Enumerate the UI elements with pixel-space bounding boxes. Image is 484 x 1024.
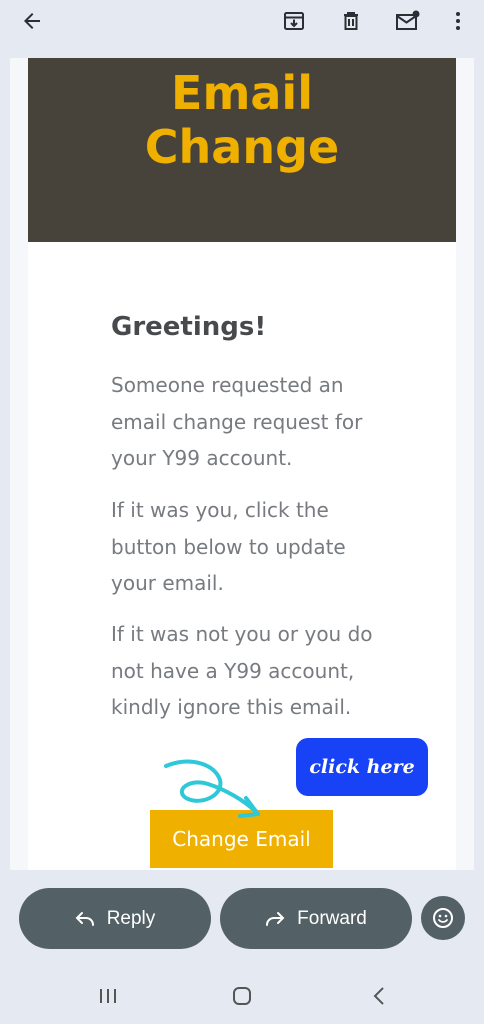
paragraph-request: Someone requested an email change reques… bbox=[111, 373, 363, 470]
greeting-heading: Greetings! bbox=[111, 312, 267, 342]
forward-label: Forward bbox=[297, 907, 367, 929]
back-arrow-icon[interactable] bbox=[17, 6, 47, 36]
home-icon[interactable] bbox=[232, 986, 252, 1006]
reply-label: Reply bbox=[106, 907, 156, 929]
paragraph-if-you: If it was you, click the button below to… bbox=[111, 498, 346, 595]
system-nav-bar bbox=[0, 968, 484, 1024]
back-icon[interactable] bbox=[370, 986, 390, 1006]
paragraph-if-not-you: If it was not you or you do not have a Y… bbox=[111, 622, 373, 719]
forward-button[interactable]: Forward bbox=[220, 888, 412, 949]
banner-title-line1: Email bbox=[171, 66, 313, 120]
emoji-reaction-button[interactable] bbox=[421, 896, 465, 940]
email-header-banner: Email Change bbox=[28, 58, 456, 242]
archive-icon[interactable] bbox=[279, 6, 309, 36]
reply-icon bbox=[75, 911, 94, 926]
delete-icon[interactable] bbox=[336, 6, 366, 36]
banner-title: Email Change bbox=[28, 66, 456, 174]
banner-title-line2: Change bbox=[144, 120, 340, 174]
top-app-bar bbox=[0, 0, 484, 42]
forward-icon bbox=[266, 911, 285, 926]
arrow-doodle-icon bbox=[164, 759, 260, 818]
click-here-callout: click here bbox=[296, 738, 428, 796]
recent-apps-icon[interactable] bbox=[98, 986, 118, 1006]
more-vert-icon[interactable] bbox=[443, 6, 473, 36]
mark-unread-icon[interactable] bbox=[393, 6, 423, 36]
reply-button[interactable]: Reply bbox=[19, 888, 211, 949]
smiley-icon bbox=[433, 908, 453, 928]
